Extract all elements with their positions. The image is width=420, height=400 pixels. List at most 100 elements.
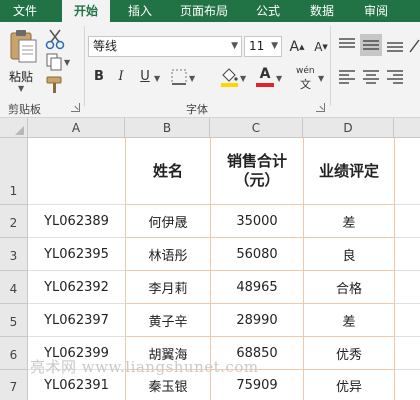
- underline-dropdown-icon[interactable]: ▼: [154, 74, 160, 83]
- tab-home[interactable]: 开始: [62, 0, 110, 22]
- cell-rating[interactable]: 差: [304, 205, 394, 237]
- cell-rating[interactable]: 合格: [304, 271, 394, 303]
- cell-sales[interactable]: 68850: [211, 337, 303, 369]
- paste-dropdown-icon[interactable]: ▼: [18, 84, 24, 93]
- phonetic-icon: 文: [300, 78, 311, 91]
- cell-id[interactable]: YL062395: [28, 238, 125, 270]
- worksheet-grid[interactable]: A B C D 1 2 3 4 5 6 7 姓名 销售合计 （元） 业绩评定 Y…: [0, 118, 420, 400]
- row-header-1[interactable]: 1: [0, 138, 28, 205]
- italic-button[interactable]: I: [110, 66, 132, 88]
- row-header-6[interactable]: 6: [0, 337, 28, 370]
- cut-button[interactable]: [44, 28, 66, 50]
- ribbon-tab-bar: 文件 开始 插入 页面布局 公式 数据 审阅: [0, 0, 420, 22]
- column-header-e[interactable]: [394, 118, 420, 138]
- tab-data[interactable]: 数据: [302, 0, 342, 22]
- align-bottom-button[interactable]: [384, 34, 406, 56]
- cell-id[interactable]: YL062389: [28, 205, 125, 237]
- paste-button[interactable]: 粘贴 ▼: [6, 28, 38, 93]
- row-header-5[interactable]: 5: [0, 304, 28, 337]
- cell-name[interactable]: 胡翼海: [126, 337, 210, 369]
- font-name-box[interactable]: 等线 ▼: [88, 36, 242, 57]
- underline-button[interactable]: U: [134, 66, 156, 88]
- borders-icon: [171, 69, 187, 85]
- format-painter-button[interactable]: [44, 74, 66, 96]
- fill-color-button[interactable]: ▼: [218, 66, 246, 88]
- tab-page-layout[interactable]: 页面布局: [170, 0, 238, 22]
- clipboard-launcher-icon[interactable]: [71, 103, 80, 112]
- align-center-button[interactable]: [360, 66, 382, 88]
- cell-name[interactable]: 何伊晟: [126, 205, 210, 237]
- select-all-corner[interactable]: [0, 118, 28, 138]
- fill-color-dropdown-icon[interactable]: ▼: [240, 74, 246, 83]
- align-top-icon: [339, 38, 355, 48]
- cell-sales[interactable]: 48965: [211, 271, 303, 303]
- header-rating-cell[interactable]: 业绩评定: [304, 138, 394, 204]
- grow-arrow-icon: ▲: [299, 43, 305, 51]
- row-header-3[interactable]: 3: [0, 238, 28, 271]
- cell-rating[interactable]: 差: [304, 304, 394, 336]
- column-header-c[interactable]: C: [210, 118, 303, 138]
- cell-rating[interactable]: 优异: [304, 370, 394, 400]
- align-bottom-icon: [387, 42, 403, 52]
- shrink-font-button[interactable]: A▼: [310, 36, 332, 58]
- align-top-button[interactable]: [336, 34, 358, 56]
- align-left-icon: [339, 70, 355, 84]
- copy-dropdown-icon[interactable]: ▼: [64, 58, 70, 67]
- cell-name[interactable]: 黄子辛: [126, 304, 210, 336]
- row-header-4[interactable]: 4: [0, 271, 28, 304]
- cell-name[interactable]: 李月莉: [126, 271, 210, 303]
- copy-button[interactable]: ▼: [44, 52, 72, 72]
- tab-file[interactable]: 文件: [0, 0, 50, 22]
- font-size-dropdown-icon[interactable]: ▼: [271, 37, 278, 56]
- orientation-icon: [409, 39, 420, 53]
- font-size-box[interactable]: 11 ▼: [244, 36, 282, 57]
- cell-sales[interactable]: 75909: [211, 370, 303, 400]
- font-launcher-icon[interactable]: [316, 103, 325, 112]
- column-header-d[interactable]: D: [303, 118, 394, 138]
- phonetic-button[interactable]: wén 文 ▼: [296, 66, 326, 91]
- grow-font-button[interactable]: A▲: [286, 36, 308, 58]
- cell-sales[interactable]: 56080: [211, 238, 303, 270]
- row-header-2[interactable]: 2: [0, 205, 28, 238]
- font-color-dropdown-icon[interactable]: ▼: [276, 74, 282, 83]
- bold-button[interactable]: B: [88, 66, 110, 88]
- cut-icon: [45, 29, 65, 50]
- cell-name[interactable]: 林语彤: [126, 238, 210, 270]
- align-right-button[interactable]: [384, 66, 406, 88]
- orientation-button[interactable]: [408, 34, 420, 56]
- borders-dropdown-icon[interactable]: ▼: [189, 74, 195, 83]
- cell-id[interactable]: YL062391: [28, 370, 125, 400]
- format-painter-icon: [46, 76, 62, 93]
- row-header-7[interactable]: 7: [0, 370, 28, 400]
- ribbon: 粘贴 ▼ ▼ 剪贴板 等线 ▼ 11 ▼ A▲ A▼ B I U ▼ ▼ ▼ A…: [0, 22, 420, 118]
- tab-review[interactable]: 审阅: [356, 0, 396, 22]
- font-color-button[interactable]: A ▼: [254, 66, 282, 88]
- group-separator: [330, 26, 331, 106]
- header-sales-line1: 销售合计: [226, 152, 287, 170]
- align-middle-button[interactable]: [360, 34, 382, 56]
- borders-button[interactable]: ▼: [170, 68, 196, 88]
- cell-name[interactable]: 秦玉银: [126, 370, 210, 400]
- cell-id[interactable]: YL062392: [28, 271, 125, 303]
- header-sales-cell[interactable]: 销售合计 （元）: [211, 138, 303, 204]
- column-header-a[interactable]: A: [28, 118, 125, 138]
- phonetic-dropdown-icon[interactable]: ▼: [318, 74, 324, 83]
- column-header-b[interactable]: B: [125, 118, 210, 138]
- header-name-cell[interactable]: 姓名: [126, 138, 210, 204]
- cell-rating[interactable]: 良: [304, 238, 394, 270]
- tab-insert[interactable]: 插入: [120, 0, 160, 22]
- fill-color-icon: [221, 68, 238, 87]
- cell-sales[interactable]: 28990: [211, 304, 303, 336]
- tab-formulas[interactable]: 公式: [248, 0, 288, 22]
- cell-id[interactable]: YL062397: [28, 304, 125, 336]
- font-name-dropdown-icon[interactable]: ▼: [231, 37, 238, 56]
- font-size-value: 11: [249, 39, 265, 53]
- cell-rating[interactable]: 优秀: [304, 337, 394, 369]
- align-center-icon: [363, 70, 379, 84]
- cell-id[interactable]: YL062399: [28, 337, 125, 369]
- align-left-button[interactable]: [336, 66, 358, 88]
- font-color-swatch: [256, 83, 274, 87]
- grow-font-icon: A: [289, 39, 300, 55]
- header-sales-line2: （元）: [234, 171, 280, 189]
- cell-sales[interactable]: 35000: [211, 205, 303, 237]
